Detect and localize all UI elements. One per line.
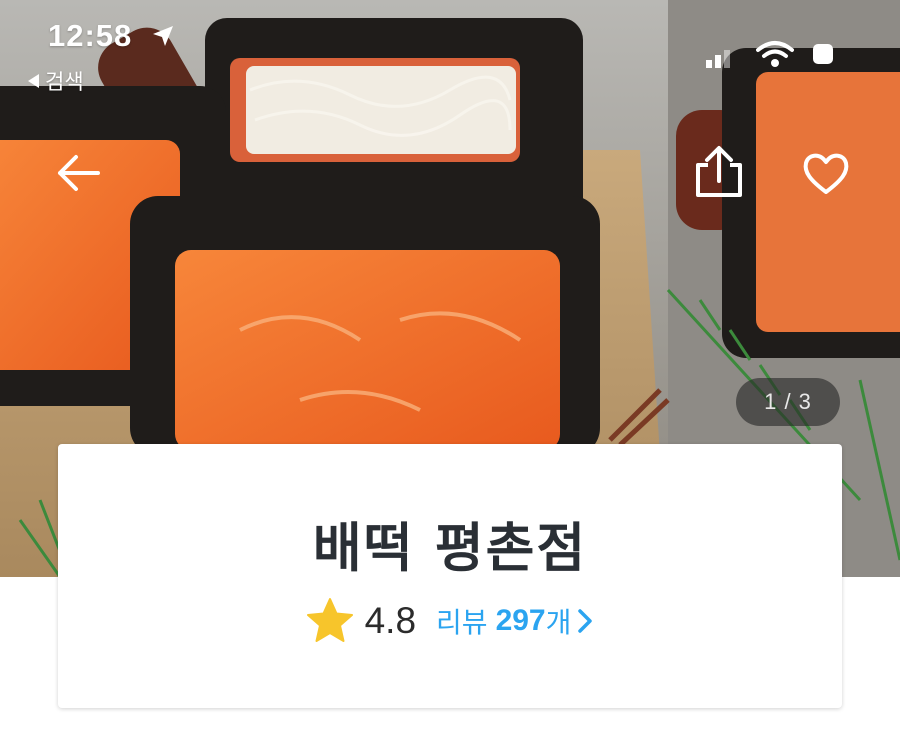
image-page-counter: 1 / 3 — [736, 378, 840, 426]
review-label: 리뷰 — [436, 606, 488, 639]
back-triangle-icon — [28, 74, 39, 88]
arrow-left-icon[interactable] — [56, 150, 102, 196]
location-arrow-icon — [153, 26, 173, 46]
rating-value: 4.8 — [364, 600, 417, 641]
chevron-right-icon — [578, 609, 593, 633]
signal-icon — [706, 50, 730, 68]
rating-row: 4.8 리뷰 297 개 — [58, 594, 842, 648]
status-time: 12:58 — [48, 18, 133, 53]
star-icon — [306, 598, 353, 642]
review-count: 297 — [495, 604, 546, 637]
reviews-link[interactable]: 리뷰 297 개 — [436, 601, 595, 641]
back-to-app-link[interactable]: 검색 — [28, 66, 84, 96]
heart-icon[interactable] — [802, 150, 850, 196]
battery-icon — [813, 44, 833, 64]
store-name: 배떡 평촌점 — [312, 518, 588, 579]
share-icon[interactable] — [694, 145, 744, 199]
store-info-card: 배떡 평촌점 4.8 리뷰 297 개 — [58, 444, 842, 708]
back-app-label: 검색 — [45, 70, 84, 94]
wifi-icon — [756, 41, 794, 67]
review-unit: 개 — [545, 606, 572, 639]
